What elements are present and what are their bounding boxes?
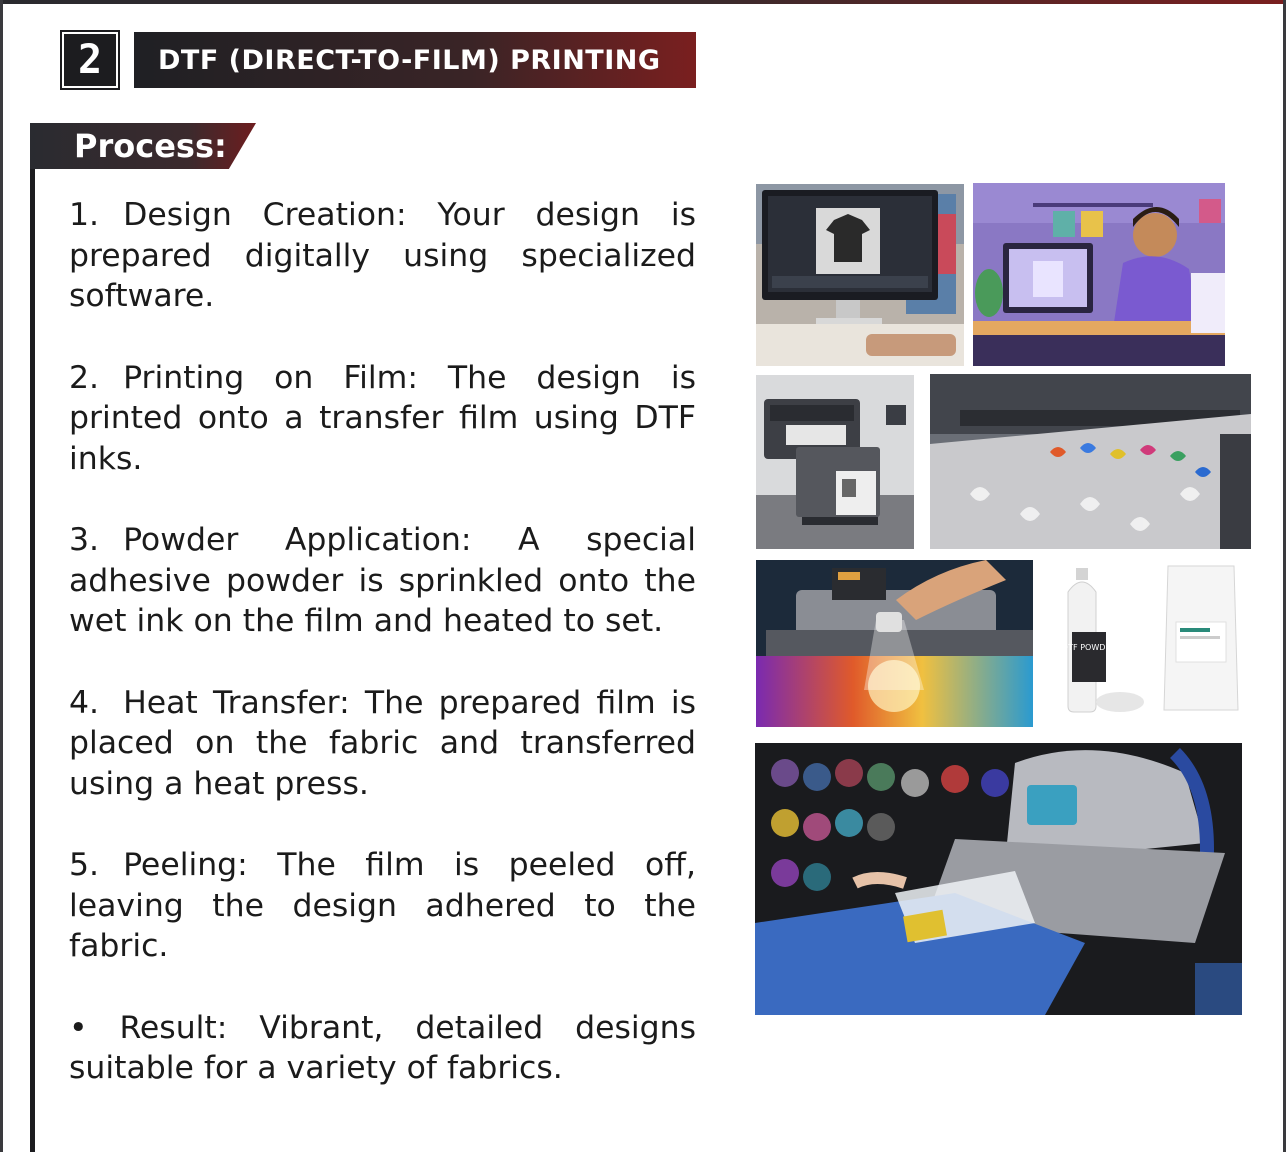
step-text: Printing on Film: The design is printed … bbox=[69, 359, 696, 477]
film-printing-photo bbox=[930, 374, 1251, 549]
step-text: Peeling: The film is peeled off, leaving… bbox=[69, 847, 696, 964]
step-number: 5. bbox=[69, 847, 100, 883]
top-border bbox=[0, 0, 1286, 4]
step-item: 4. Heat Transfer: The prepared film is pl… bbox=[69, 683, 696, 805]
section-number: 2 bbox=[77, 37, 103, 83]
process-heading: Process: bbox=[74, 127, 227, 165]
step-text: Powder Application: A special adhesive p… bbox=[69, 522, 696, 639]
step-item: 1. Design Creation: Your design is prepar… bbox=[69, 195, 696, 317]
dtf-powder-product-photo: DTF POWDER bbox=[1050, 562, 1240, 718]
process-steps: 1. Design Creation: Your design is prepar… bbox=[69, 195, 696, 1130]
section-title-bar: DTF (DIRECT-TO-FILM) PRINTING bbox=[134, 32, 696, 88]
step-text: Heat Transfer: The prepared film is plac… bbox=[69, 684, 696, 802]
step-text: Design Creation: Your design is prepared… bbox=[69, 197, 696, 314]
step-item: 3. Powder Application: A special adhesive… bbox=[69, 520, 696, 642]
process-vertical-rule bbox=[30, 169, 35, 1152]
step-item: 5. Peeling: The film is peeled off, leavi… bbox=[69, 845, 696, 967]
step-number: 2. bbox=[69, 359, 100, 396]
process-heading-tab: Process: bbox=[30, 123, 256, 169]
step-item: 2. Printing on Film: The design is printe… bbox=[69, 358, 696, 480]
heat-press-photo bbox=[755, 743, 1242, 1015]
dtf-powder-label: DTF POWDER bbox=[1062, 643, 1116, 652]
section-title: DTF (DIRECT-TO-FILM) PRINTING bbox=[158, 44, 661, 76]
left-border bbox=[0, 0, 3, 1152]
step-number: 4. bbox=[69, 684, 100, 721]
step-number: 3. bbox=[69, 522, 100, 558]
powder-application-photo bbox=[756, 560, 1033, 727]
step-number: 1. bbox=[69, 197, 100, 233]
result-text: • Result: Vibrant, detailed designs suit… bbox=[69, 1009, 696, 1087]
dtf-printer-photo bbox=[756, 375, 914, 549]
design-monitor-photo bbox=[756, 184, 964, 366]
section-number-badge: 2 bbox=[62, 32, 118, 88]
designer-illustration bbox=[973, 183, 1225, 366]
